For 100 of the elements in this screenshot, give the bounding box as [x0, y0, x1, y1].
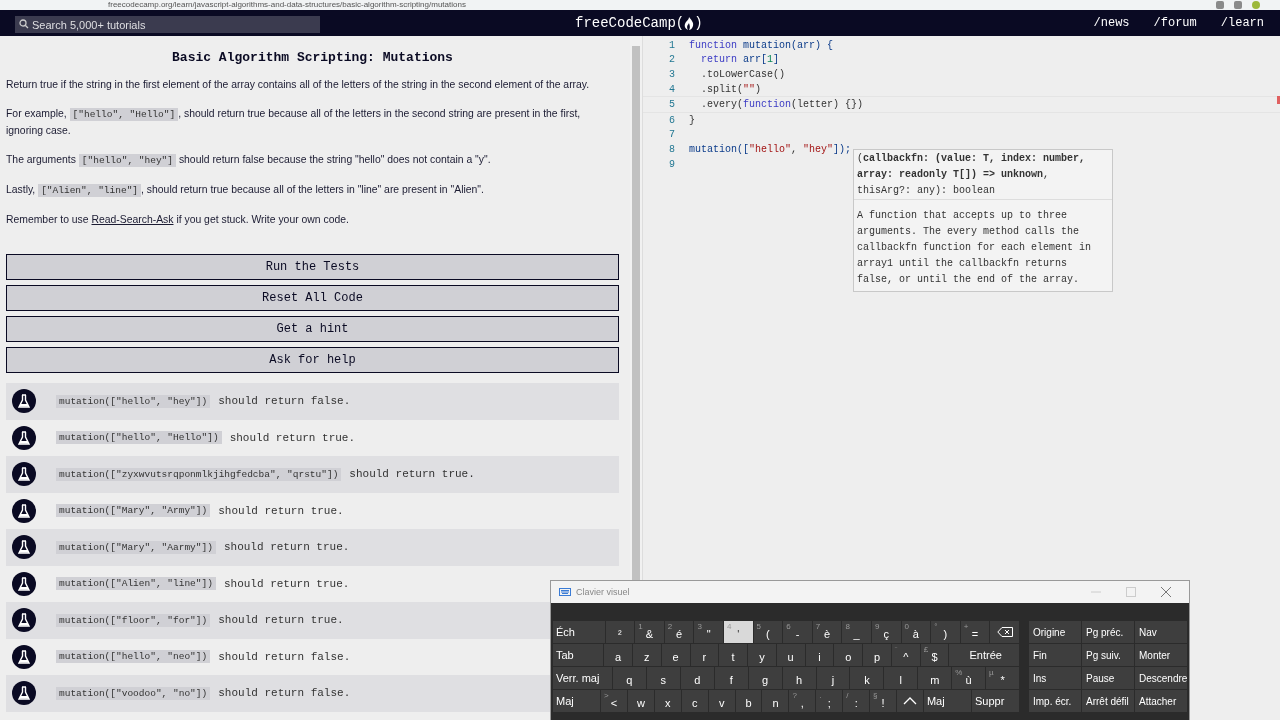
keyboard-key[interactable]: 1 &	[635, 621, 664, 643]
keyboard-key[interactable]: Fin	[1029, 644, 1081, 666]
keyboard-key[interactable]: Entrée	[949, 644, 1020, 666]
keyboard-key[interactable]: Verr. maj	[553, 667, 612, 689]
nav-link[interactable]: /news	[1093, 16, 1130, 30]
test-code: mutation(["floor", "for"])	[56, 613, 211, 627]
keyboard-key[interactable]: 0 à	[901, 621, 931, 643]
keyboard-key[interactable]: i	[805, 644, 834, 666]
keyboard-key[interactable]: Imp. écr.	[1029, 690, 1081, 712]
keyboard-key[interactable]: 5 (	[753, 621, 783, 643]
nav-link[interactable]: /learn	[1220, 16, 1264, 30]
keyboard-key[interactable]: § !	[870, 690, 896, 712]
keyboard-key[interactable]: c	[681, 690, 708, 712]
keyboard-key[interactable]: Suppr	[971, 690, 1019, 712]
keyboard-key[interactable]: z	[632, 644, 661, 666]
keyboard-key[interactable]: % ù	[952, 667, 986, 689]
keyboard-key[interactable]: > <	[601, 690, 627, 712]
keyboard-key[interactable]: m	[918, 667, 952, 689]
line-number: 2	[668, 54, 675, 66]
keyboard-key[interactable]: 2 é	[664, 621, 694, 643]
flask-icon	[12, 462, 36, 487]
keyboard-key[interactable]: y	[748, 644, 776, 666]
search-field[interactable]: Search 5,000+ tutorials	[15, 16, 320, 33]
keyboard-key[interactable]: p	[863, 644, 891, 666]
test-description: should return true.	[223, 541, 350, 554]
keyboard-key[interactable]: t	[719, 644, 748, 666]
keyboard-key[interactable]: . ;	[816, 690, 843, 712]
test-code: mutation(["hello", "neo"])	[56, 650, 211, 664]
keyboard-key[interactable]: ? ,	[789, 690, 816, 712]
keyboard-key[interactable]: ¨ ^	[891, 644, 920, 666]
test-description: should return false.	[218, 650, 351, 663]
address-bar[interactable]: freecodecamp.org/learn/javascript-algorithms-and-data-structures/basic-algorithm-scripting/mutations	[108, 0, 1206, 10]
extension-icon[interactable]	[1234, 1, 1242, 9]
keyboard-key[interactable]: k	[850, 667, 884, 689]
keyboard-key[interactable]: n	[762, 690, 789, 712]
challenge-title: Basic Algorithm Scripting: Mutations	[171, 50, 454, 65]
keyboard-key[interactable]: Attacher	[1135, 690, 1187, 712]
keyboard-key[interactable]: q	[612, 667, 646, 689]
keyboard-key[interactable]: + =	[960, 621, 990, 643]
keyboard-key[interactable]: v	[708, 690, 735, 712]
test-description: should return true.	[349, 468, 475, 481]
keyboard-key[interactable]: h	[782, 667, 816, 689]
keyboard-key[interactable]: Descendre	[1135, 667, 1187, 689]
line-number: 7	[668, 129, 675, 141]
keyboard-key[interactable]: s	[646, 667, 680, 689]
action-button[interactable]: Reset All Code	[6, 285, 619, 311]
action-button[interactable]: Run the Tests	[6, 254, 619, 280]
action-button[interactable]: Get a hint	[6, 316, 619, 342]
extension-icon[interactable]	[1216, 1, 1224, 9]
keyboard-key[interactable]: Nav	[1135, 621, 1187, 643]
keyboard-key[interactable]: x	[654, 690, 681, 712]
keyboard-key[interactable]: 6 -	[783, 621, 812, 643]
keyboard-key[interactable]: µ *	[986, 667, 1020, 689]
keyboard-key[interactable]: 9 ç	[871, 621, 901, 643]
keyboard-key[interactable]: 7 è	[812, 621, 842, 643]
backspace-icon	[996, 627, 1013, 637]
keyboard-key[interactable]: Monter	[1135, 644, 1187, 666]
nav-link[interactable]: /forum	[1153, 16, 1197, 30]
keyboard-key[interactable]	[990, 621, 1019, 643]
keyboard-key[interactable]: 3 "	[694, 621, 723, 643]
line-number: 8	[668, 143, 675, 155]
keyboard-key[interactable]: d	[680, 667, 714, 689]
read-search-ask-link[interactable]: Read-Search-Ask	[91, 214, 174, 225]
keyboard-key[interactable]: b	[735, 690, 762, 712]
keyboard-key[interactable]: Maj	[923, 690, 971, 712]
keyboard-key[interactable]: f	[714, 667, 748, 689]
line-number: 3	[668, 69, 675, 80]
keyboard-key[interactable]: g	[748, 667, 782, 689]
keyboard-key[interactable]	[897, 690, 923, 712]
keyboard-key[interactable]: r	[690, 644, 719, 666]
keyboard-key[interactable]: u	[776, 644, 805, 666]
window-title: Clavier visuel	[576, 587, 631, 597]
test-code: mutation(["voodoo", "no"])	[56, 686, 211, 700]
keyboard-key[interactable]: Origine	[1029, 621, 1081, 643]
keyboard-key[interactable]: ° )	[931, 621, 960, 643]
keyboard-key[interactable]: e	[661, 644, 690, 666]
keyboard-key[interactable]: £ $	[920, 644, 949, 666]
flask-icon	[12, 571, 36, 596]
keyboard-key[interactable]: Ins	[1029, 667, 1081, 689]
keyboard-key[interactable]: Maj	[553, 690, 601, 712]
keyboard-key[interactable]: Pg préc.	[1082, 621, 1134, 643]
keyboard-key[interactable]: Pg suiv.	[1082, 644, 1134, 666]
keyboard-key[interactable]: / :	[843, 690, 870, 712]
action-button[interactable]: Ask for help	[6, 347, 619, 373]
keyboard-key[interactable]: j	[816, 667, 850, 689]
keyboard-key[interactable]: Arrêt défil	[1082, 690, 1134, 712]
keyboard-key[interactable]: l	[884, 667, 918, 689]
line-number: 4	[668, 83, 675, 95]
keyboard-key[interactable]: o	[834, 644, 863, 666]
keyboard-key[interactable]: Tab	[553, 644, 604, 666]
logo-text[interactable]: freeCodeCamp(	[575, 15, 685, 31]
keyboard-key[interactable]: 8 _	[842, 621, 871, 643]
keyboard-key[interactable]: ²	[605, 621, 635, 643]
keyboard-key[interactable]: w	[627, 690, 654, 712]
keyboard-key[interactable]: Éch	[553, 621, 605, 643]
test-code: mutation(["hello", "hey"])	[56, 394, 211, 408]
logo-text: )	[694, 15, 703, 31]
keyboard-key[interactable]: Pause	[1082, 667, 1134, 689]
test-code: mutation(["Mary", "Aarmy"])	[56, 540, 216, 554]
keyboard-key[interactable]: a	[604, 644, 632, 666]
